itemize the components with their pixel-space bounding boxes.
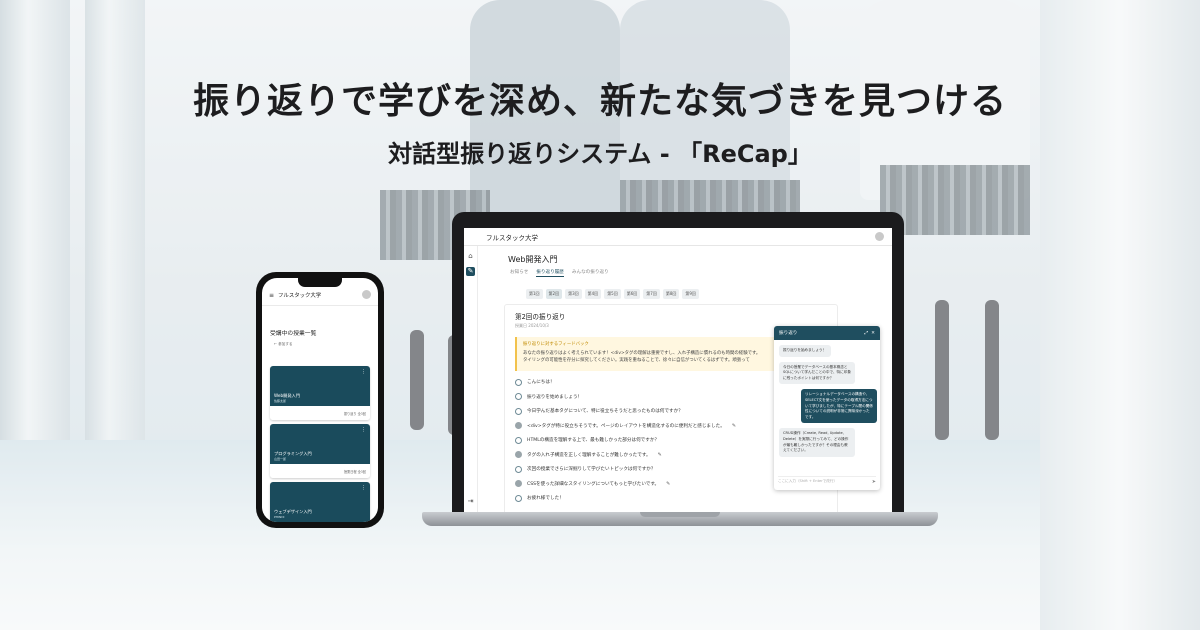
expand-icon[interactable]: ⤢ <box>865 331 869 336</box>
message-text: 今日学んだ基本タグについて、特に役立ちそうだと思ったものは何ですか？ <box>527 409 683 415</box>
chat-header: 振り返り ⤢ ✕ <box>774 326 880 340</box>
subheadline: 対話型振り返りシステム - 「ReCap」 <box>388 140 812 168</box>
session-chip[interactable]: 第4回 <box>584 289 602 299</box>
session-chip[interactable]: 第5回 <box>604 289 621 299</box>
user-icon <box>515 422 522 430</box>
session-chips: 第1回 第2回 第3回 第4回 第5回 第6回 第7回 第8回 第9回 <box>526 289 884 299</box>
chat-bubble: CRUD操作（Create, Read, Update, Delete）を実際に… <box>779 428 855 457</box>
edit-icon[interactable]: ✎ <box>732 423 736 429</box>
phone-mockup: ≡ フルスタック大学 受講中の授業一覧 ← 参加する ⋮ Web開発入門 佐藤太… <box>256 272 384 528</box>
send-icon[interactable]: ➤ <box>872 479 876 485</box>
chat-body: 振り返りを始めましょう！ 今日の授業でデータベースの基本概念とSQLについて学ん… <box>774 340 880 467</box>
bot-icon <box>515 407 522 415</box>
message-text: <div>タグが特に役立ちそうです。ページのレイアウトを構造化するのに便利だと感… <box>527 423 725 429</box>
bot-icon <box>515 494 522 502</box>
join-link[interactable]: ← 参加する <box>274 342 378 347</box>
course-title: Web開発入門 <box>508 255 558 264</box>
chat-bubble: 振り返りを始めましょう！ <box>779 345 831 357</box>
course-card-meta: 振り返り 全3回 <box>270 406 370 420</box>
more-options-icon[interactable]: ⋮ <box>361 369 366 375</box>
phone-avatar-icon[interactable] <box>362 290 371 299</box>
course-card[interactable]: ⋮ Web開発入門 佐藤太郎 振り返り 全3回 <box>270 366 370 420</box>
session-chip[interactable]: 第6回 <box>623 289 641 299</box>
message-text: タグの入れ子構造を正しく理解することが難しかったです。 <box>527 452 651 458</box>
session-chip[interactable]: 第2回 <box>545 289 563 299</box>
chat-input-placeholder: ここに入力（Shift + Enterで改行） <box>778 479 838 483</box>
chat-window: 振り返り ⤢ ✕ 振り返りを始めましょう！ 今日の授業でデータベースの基本概念と… <box>774 326 880 490</box>
chat-title: 振り返り <box>779 331 798 336</box>
user-icon <box>515 480 522 488</box>
reflection-title: 第2回の振り返り <box>515 313 566 321</box>
session-chip[interactable]: 第9回 <box>682 289 699 299</box>
course-card-teacher: 山田一郎 <box>274 457 287 461</box>
laptop-mockup: フルスタック大学 ⌂ ✎ ⇥ Web開発入門 お知らせ 振り返り履歴 みんなの振… <box>452 212 904 520</box>
chat-bubble: リレーショナルデータベースの構造や、SELECT文を使ったデータの取得方法につい… <box>801 389 877 424</box>
menu-icon[interactable]: ≡ <box>269 292 274 299</box>
sidebar: ⌂ ✎ ⇥ <box>464 246 478 512</box>
headline: 振り返りで学びを深め、新たな気づきを見つける <box>192 81 1007 122</box>
more-options-icon[interactable]: ⋮ <box>361 427 366 433</box>
course-card-teacher: PHINDI <box>274 515 285 519</box>
session-chip[interactable]: 第7回 <box>643 289 660 299</box>
chat-input[interactable]: ここに入力（Shift + Enterで改行） ➤ <box>778 476 876 486</box>
bot-icon <box>515 436 522 444</box>
course-card[interactable]: ⋮ ウェブデザイン入門 PHINDI <box>270 482 370 522</box>
session-chip[interactable]: 第8回 <box>662 289 680 299</box>
session-chip[interactable]: 第3回 <box>565 289 582 299</box>
close-icon[interactable]: ✕ <box>871 331 875 336</box>
laptop-hinge <box>640 512 720 517</box>
bot-icon <box>515 378 522 386</box>
more-options-icon[interactable]: ⋮ <box>361 485 366 491</box>
message-text: 次回の授業でさらに深掘りして学びたいトピックは何ですか？ <box>527 467 656 473</box>
message-text: お疲れ様でした！ <box>527 496 564 502</box>
phone-brand-name: フルスタック大学 <box>278 293 322 299</box>
course-tabs: お知らせ 振り返り履歴 みんなの振り返り <box>510 269 884 277</box>
tab-reflection-history[interactable]: 振り返り履歴 <box>536 269 564 277</box>
tab-everyone-reflections[interactable]: みんなの振り返り <box>572 269 609 277</box>
top-app-bar: フルスタック大学 <box>464 228 892 246</box>
session-chip[interactable]: 第1回 <box>526 289 543 299</box>
tab-announcements[interactable]: お知らせ <box>510 269 528 277</box>
phone-notch <box>298 278 342 287</box>
home-icon[interactable]: ⌂ <box>466 252 475 261</box>
course-card[interactable]: ⋮ プログラミング入門 山田一郎 授業日程 全3回 <box>270 424 370 478</box>
brand-name: フルスタック大学 <box>486 233 538 242</box>
course-card-teacher: 佐藤太郎 <box>274 399 287 403</box>
laptop-screen: フルスタック大学 ⌂ ✎ ⇥ Web開発入門 お知らせ 振り返り履歴 みんなの振… <box>464 228 892 512</box>
edit-icon[interactable]: ✎ <box>666 481 670 487</box>
course-card-meta: 授業日程 全3回 <box>270 464 370 478</box>
user-avatar-icon[interactable] <box>875 232 884 241</box>
course-list-title: 受講中の授業一覧 <box>270 331 317 337</box>
edit-icon[interactable]: ✎ <box>658 452 662 458</box>
message-text: HTMLの構造を理解する上で、最も難しかった部分は何ですか？ <box>527 438 660 444</box>
logout-icon[interactable]: ⇥ <box>466 497 475 506</box>
bot-icon <box>515 393 522 401</box>
message-text: 振り返りを始めましょう！ <box>527 394 583 400</box>
list-item: お疲れ様でした！ <box>515 491 827 506</box>
phone-screen: ≡ フルスタック大学 受講中の授業一覧 ← 参加する ⋮ Web開発入門 佐藤太… <box>262 278 378 522</box>
bot-icon <box>515 465 522 473</box>
chat-bubble: 今日の授業でデータベースの基本概念とSQLについて学んだことの中で、特に印象に残… <box>779 361 855 385</box>
message-text: こんにちは！ <box>527 380 555 386</box>
user-icon <box>515 451 522 459</box>
message-text: CSSを使った詳細なスタイリングについてもっと学びたいです。 <box>527 481 660 487</box>
reflection-icon[interactable]: ✎ <box>466 267 475 276</box>
